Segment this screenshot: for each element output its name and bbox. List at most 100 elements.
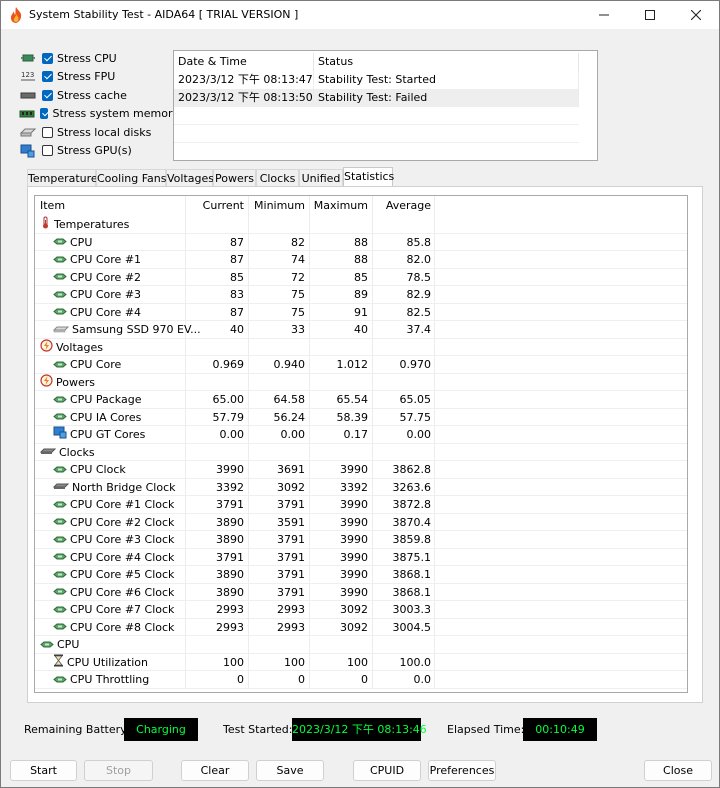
stress-cache-checkbox[interactable] bbox=[42, 89, 53, 101]
log-row[interactable]: 2023/3/12 下午 08:13:47 Stability Test: St… bbox=[174, 71, 579, 89]
statistics-row[interactable]: CPU Core #4 87 75 91 82.5 bbox=[35, 304, 687, 321]
row-minimum: 3092 bbox=[277, 480, 305, 494]
statistics-row[interactable]: CPU GT Cores 0.00 0.00 0.17 0.00 bbox=[35, 426, 687, 444]
stress-disks-checkbox[interactable] bbox=[42, 126, 53, 138]
statistics-group-row[interactable]: CPU bbox=[35, 636, 687, 654]
log-row[interactable]: 2023/3/12 下午 08:13:50 Stability Test: Fa… bbox=[174, 88, 579, 107]
row-minimum: 0.940 bbox=[273, 358, 306, 371]
row-maximum: 3990 bbox=[340, 515, 368, 529]
start-button[interactable]: Start bbox=[10, 760, 77, 781]
sensor-icon bbox=[53, 252, 67, 269]
statistics-row[interactable]: CPU Core #2 Clock 3890 3591 3990 3870.4 bbox=[35, 514, 687, 531]
statistics-row[interactable]: CPU Core #5 Clock 3890 3791 3990 3868.1 bbox=[35, 566, 687, 584]
row-maximum: 65.54 bbox=[336, 393, 369, 406]
row-current: 0.969 bbox=[212, 358, 245, 371]
log-header-status[interactable]: Status bbox=[314, 53, 579, 71]
stress-cpu-option[interactable]: Stress CPU bbox=[19, 49, 179, 67]
tab-powers[interactable]: Powers bbox=[213, 169, 256, 186]
row-current: 83 bbox=[230, 288, 244, 301]
statistics-group-row[interactable]: Powers bbox=[35, 373, 687, 391]
statistics-row[interactable]: CPU 87 82 88 85.8 bbox=[35, 234, 687, 251]
statistics-row[interactable]: CPU Core #3 Clock 3890 3791 3990 3859.8 bbox=[35, 531, 687, 549]
row-average: 85.8 bbox=[406, 235, 432, 249]
row-label: CPU Core #5 Clock bbox=[70, 568, 175, 581]
tab-voltages[interactable]: Voltages bbox=[166, 169, 214, 186]
tab-statistics[interactable]: Statistics bbox=[343, 167, 394, 186]
statistics-row[interactable]: North Bridge Clock 3392 3092 3392 3263.6 bbox=[35, 479, 687, 496]
close-button[interactable]: Close bbox=[644, 760, 712, 781]
stress-gpu-option[interactable]: Stress GPU(s) bbox=[19, 142, 179, 160]
sensor-icon bbox=[53, 567, 67, 584]
svg-text:123: 123 bbox=[21, 71, 34, 79]
header-current[interactable]: Current bbox=[186, 196, 244, 216]
header-average[interactable]: Average bbox=[373, 196, 431, 216]
tab-temperatures[interactable]: Temperatures bbox=[27, 169, 103, 186]
row-item-cell: CPU bbox=[35, 636, 190, 653]
stress-cpu-checkbox[interactable] bbox=[42, 52, 53, 64]
stress-memory-option[interactable]: Stress system memory bbox=[19, 105, 179, 123]
sensor-icon bbox=[53, 584, 67, 601]
stress-memory-checkbox[interactable] bbox=[40, 108, 49, 119]
test-started-box: 2023/3/12 下午 08:13:46 bbox=[292, 718, 427, 741]
statistics-row[interactable]: CPU Core #8 Clock 2993 2993 3092 3004.5 bbox=[35, 619, 687, 636]
statistics-row[interactable]: CPU Package 65.00 64.58 65.54 65.05 bbox=[35, 391, 687, 409]
statistics-row[interactable]: CPU Clock 3990 3691 3990 3862.8 bbox=[35, 461, 687, 479]
sensor-icon bbox=[53, 549, 67, 566]
stress-fpu-option[interactable]: 123 Stress FPU bbox=[19, 68, 179, 86]
statistics-row[interactable]: CPU Throttling 0 0 0 0.0 bbox=[35, 671, 687, 689]
stop-button[interactable]: Stop bbox=[84, 760, 153, 781]
statistics-group-row[interactable]: Clocks bbox=[35, 444, 687, 461]
row-label: CPU Core #8 Clock bbox=[70, 620, 175, 634]
tab-clocks[interactable]: Clocks bbox=[256, 169, 299, 186]
clear-button[interactable]: Clear bbox=[181, 760, 249, 781]
statistics-row[interactable]: CPU Core #1 87 74 88 82.0 bbox=[35, 251, 687, 269]
tab-cooling-fans[interactable]: Cooling Fans bbox=[96, 169, 166, 186]
statistics-group-row[interactable]: Voltages bbox=[35, 338, 687, 356]
statistics-row[interactable]: CPU Core 0.969 0.940 1.012 0.970 bbox=[35, 356, 687, 374]
row-label: Temperatures bbox=[54, 218, 130, 231]
row-minimum: 3691 bbox=[277, 463, 305, 476]
event-log-list[interactable]: Date & Time Status 2023/3/12 下午 08:13:47… bbox=[173, 50, 598, 161]
row-maximum: 1.012 bbox=[336, 358, 369, 371]
stability-test-window: System Stability Test - AIDA64 [ TRIAL V… bbox=[0, 0, 720, 788]
statistics-row[interactable]: CPU Core #6 Clock 3890 3791 3990 3868.1 bbox=[35, 584, 687, 601]
close-window-button[interactable] bbox=[673, 1, 719, 29]
maximize-button[interactable] bbox=[627, 1, 673, 29]
sensor-icon bbox=[53, 672, 67, 689]
statistics-row[interactable]: CPU Core #1 Clock 3791 3791 3990 3872.8 bbox=[35, 496, 687, 514]
log-header-datetime[interactable]: Date & Time bbox=[174, 53, 314, 71]
row-current: 3791 bbox=[216, 498, 244, 511]
row-label: CPU bbox=[70, 235, 93, 249]
row-average: 3862.8 bbox=[392, 463, 432, 476]
cpuid-button[interactable]: CPUID bbox=[353, 760, 421, 781]
statistics-table[interactable]: Item Current Minimum Maximum Average Tem… bbox=[34, 195, 688, 693]
statistics-row[interactable]: CPU Core #7 Clock 2993 2993 3092 3003.3 bbox=[35, 601, 687, 619]
save-button[interactable]: Save bbox=[256, 760, 324, 781]
statistics-row[interactable]: Samsung SSD 970 EV... 40 33 40 37.4 bbox=[35, 321, 687, 339]
header-minimum[interactable]: Minimum bbox=[249, 196, 305, 216]
log-status: Stability Test: Failed bbox=[314, 88, 579, 107]
stress-disks-option[interactable]: Stress local disks bbox=[19, 123, 179, 141]
header-item[interactable]: Item bbox=[35, 196, 190, 216]
statistics-group-row[interactable]: Temperatures bbox=[35, 216, 687, 234]
row-label: CPU Clock bbox=[70, 463, 126, 476]
statistics-row[interactable]: CPU Core #3 83 75 89 82.9 bbox=[35, 286, 687, 304]
stress-gpu-checkbox[interactable] bbox=[42, 145, 53, 156]
stress-cache-option[interactable]: Stress cache bbox=[19, 86, 179, 104]
row-current: 40 bbox=[230, 323, 244, 336]
row-item-cell: CPU Core #4 bbox=[35, 304, 203, 321]
statistics-row[interactable]: CPU Core #2 85 72 85 78.5 bbox=[35, 269, 687, 286]
row-label: CPU bbox=[57, 638, 80, 651]
title-bar[interactable]: System Stability Test - AIDA64 [ TRIAL V… bbox=[1, 1, 719, 29]
statistics-row[interactable]: CPU Utilization 100 100 100 100.0 bbox=[35, 654, 687, 671]
statistics-row[interactable]: CPU Core #4 Clock 3791 3791 3990 3875.1 bbox=[35, 549, 687, 566]
statistics-row[interactable]: CPU IA Cores 57.79 56.24 58.39 57.75 bbox=[35, 409, 687, 426]
tab-unified[interactable]: Unified bbox=[299, 169, 343, 186]
row-label: CPU Core bbox=[70, 358, 122, 371]
sensor-icon bbox=[53, 409, 67, 426]
minimize-button[interactable] bbox=[581, 1, 627, 29]
row-minimum: 3591 bbox=[277, 515, 305, 529]
header-maximum[interactable]: Maximum bbox=[310, 196, 368, 216]
stress-fpu-checkbox[interactable] bbox=[42, 71, 53, 82]
preferences-button[interactable]: Preferences bbox=[428, 760, 496, 781]
